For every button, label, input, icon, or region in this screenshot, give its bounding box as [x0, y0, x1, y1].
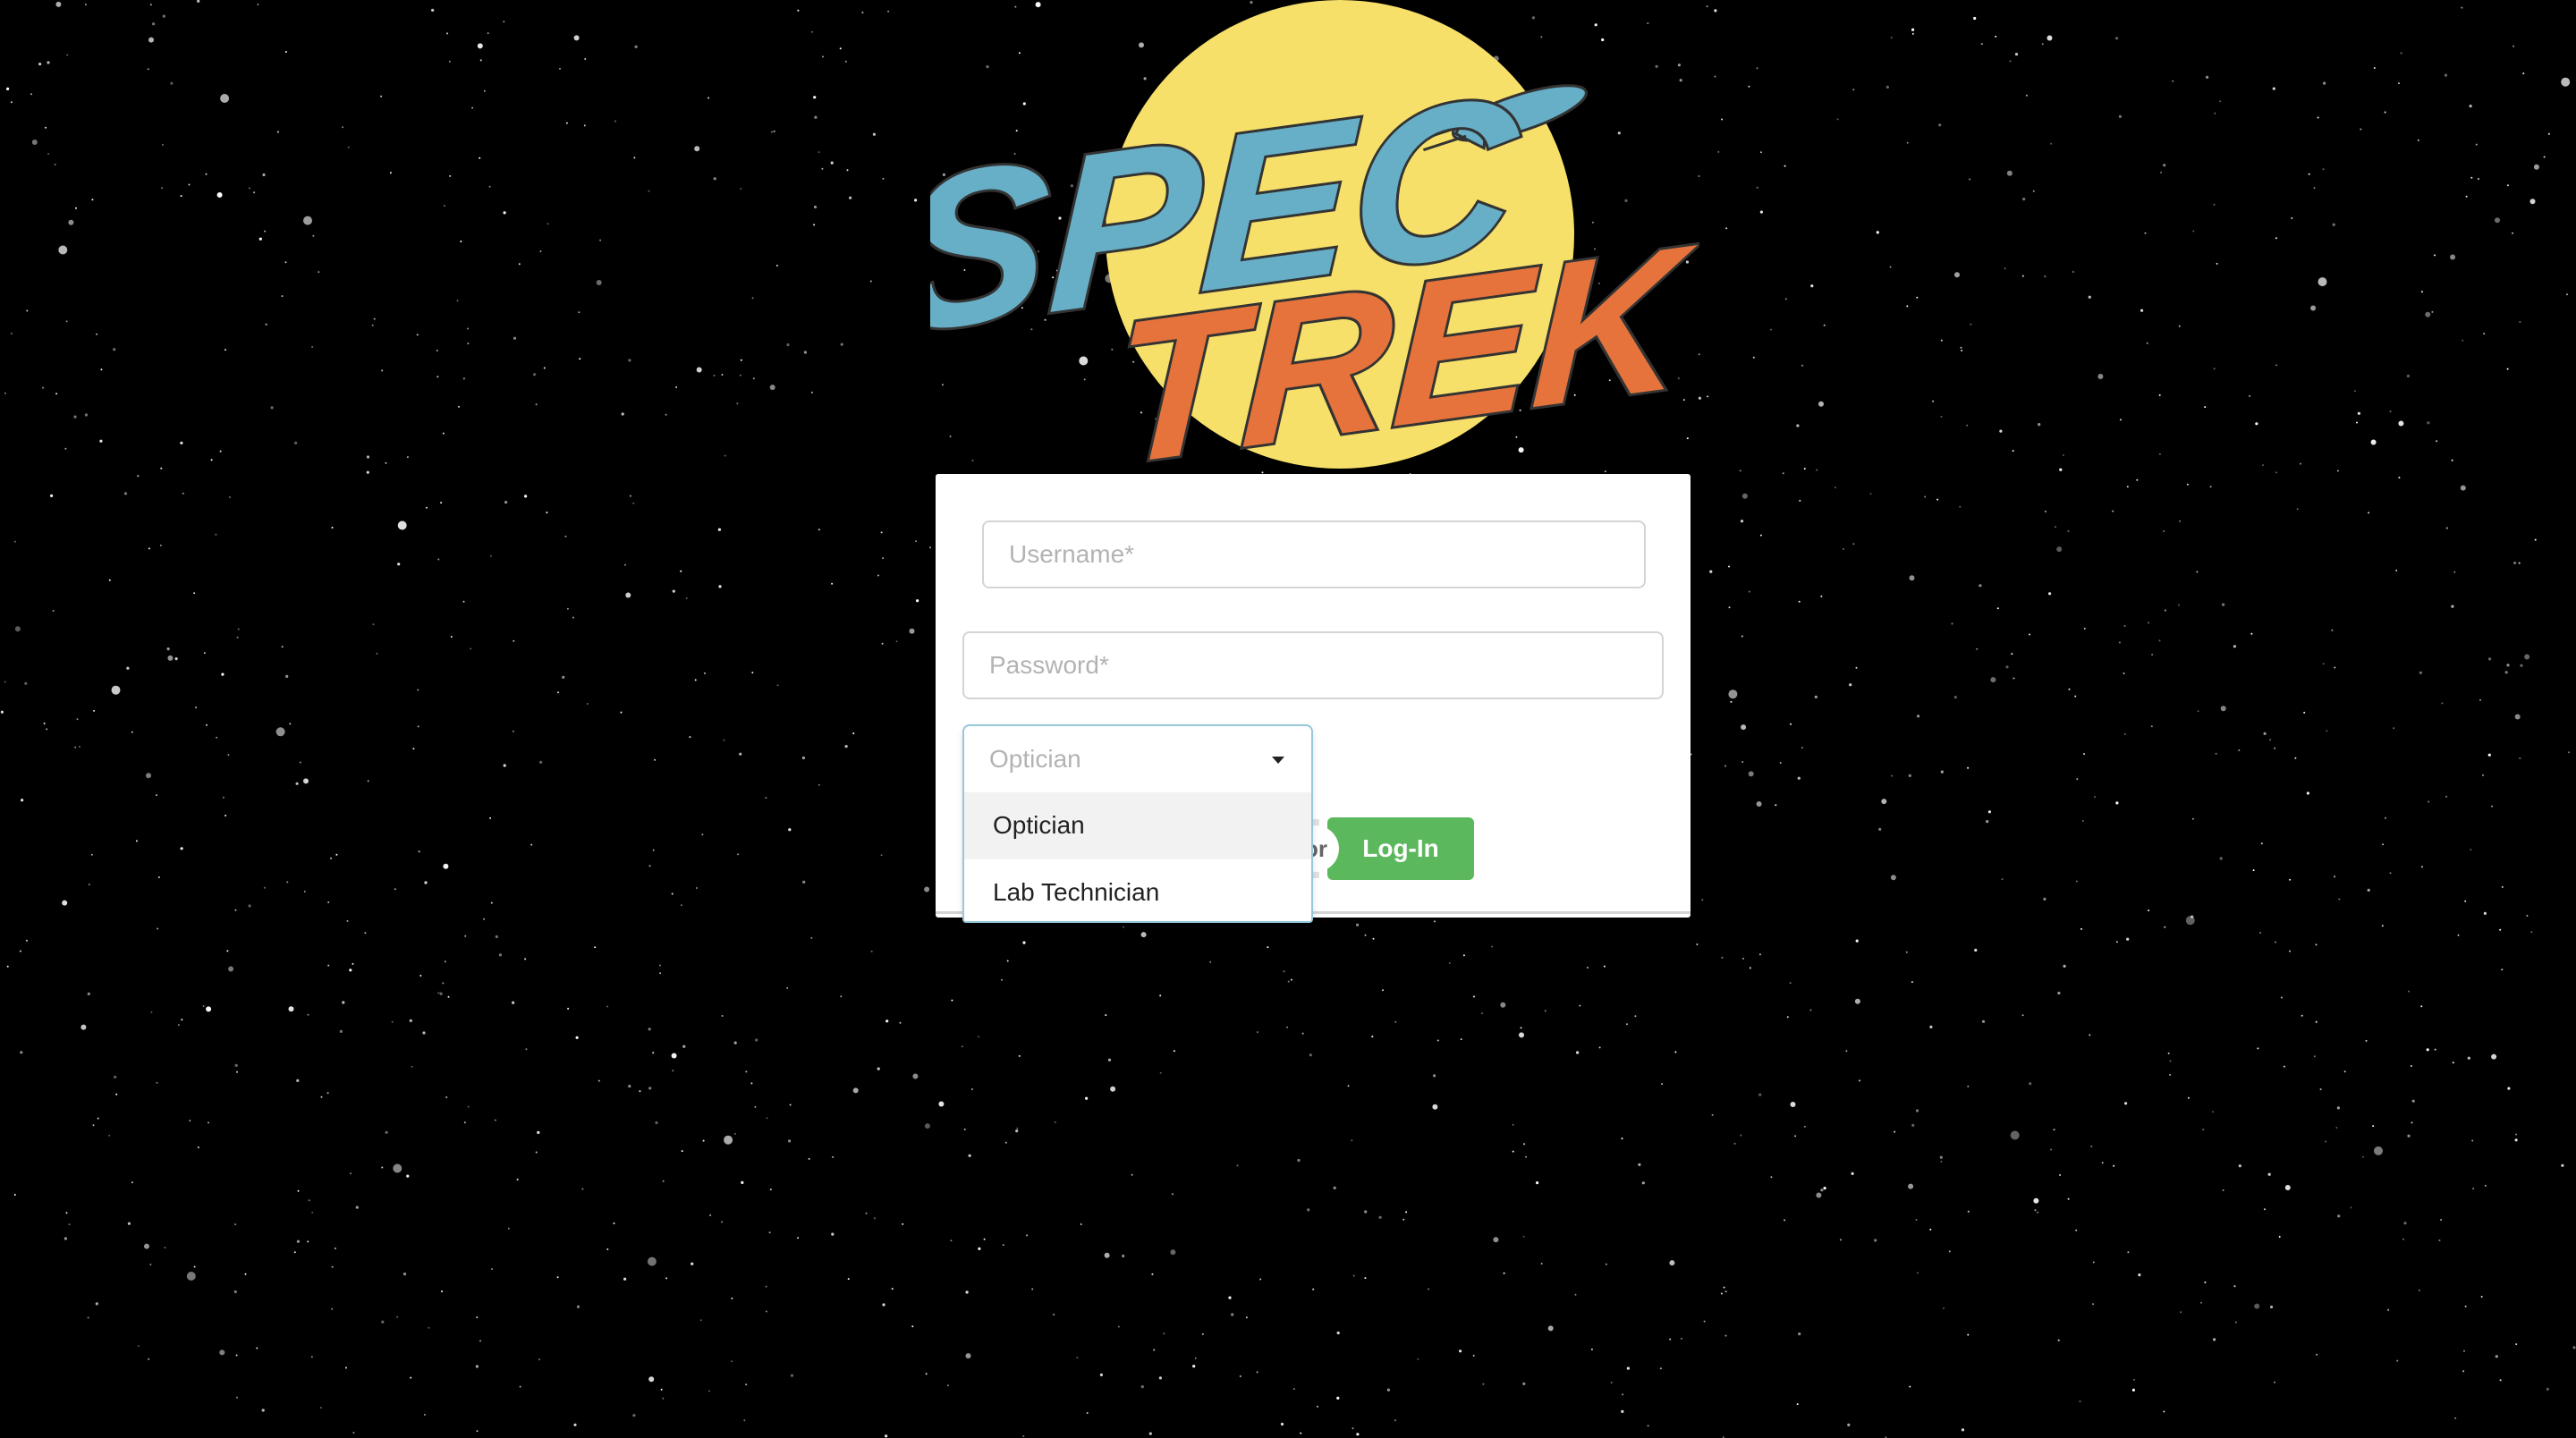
password-field[interactable]: Password* — [962, 631, 1664, 699]
username-field[interactable]: Username* — [982, 520, 1646, 588]
role-dropdown-selected-text: Optician — [989, 745, 1081, 773]
spec-trek-logo: SPEC TREK — [930, 0, 1699, 474]
caret-down-icon[interactable] — [1272, 757, 1284, 764]
role-option-lab-technician[interactable]: Lab Technician — [964, 859, 1311, 926]
role-dropdown-selected[interactable]: Optician — [964, 726, 1311, 792]
role-dropdown[interactable]: Optician Optician Lab Technician — [962, 724, 1313, 923]
login-button[interactable]: Log-In — [1327, 817, 1474, 880]
role-option-optician[interactable]: Optician — [964, 792, 1311, 859]
